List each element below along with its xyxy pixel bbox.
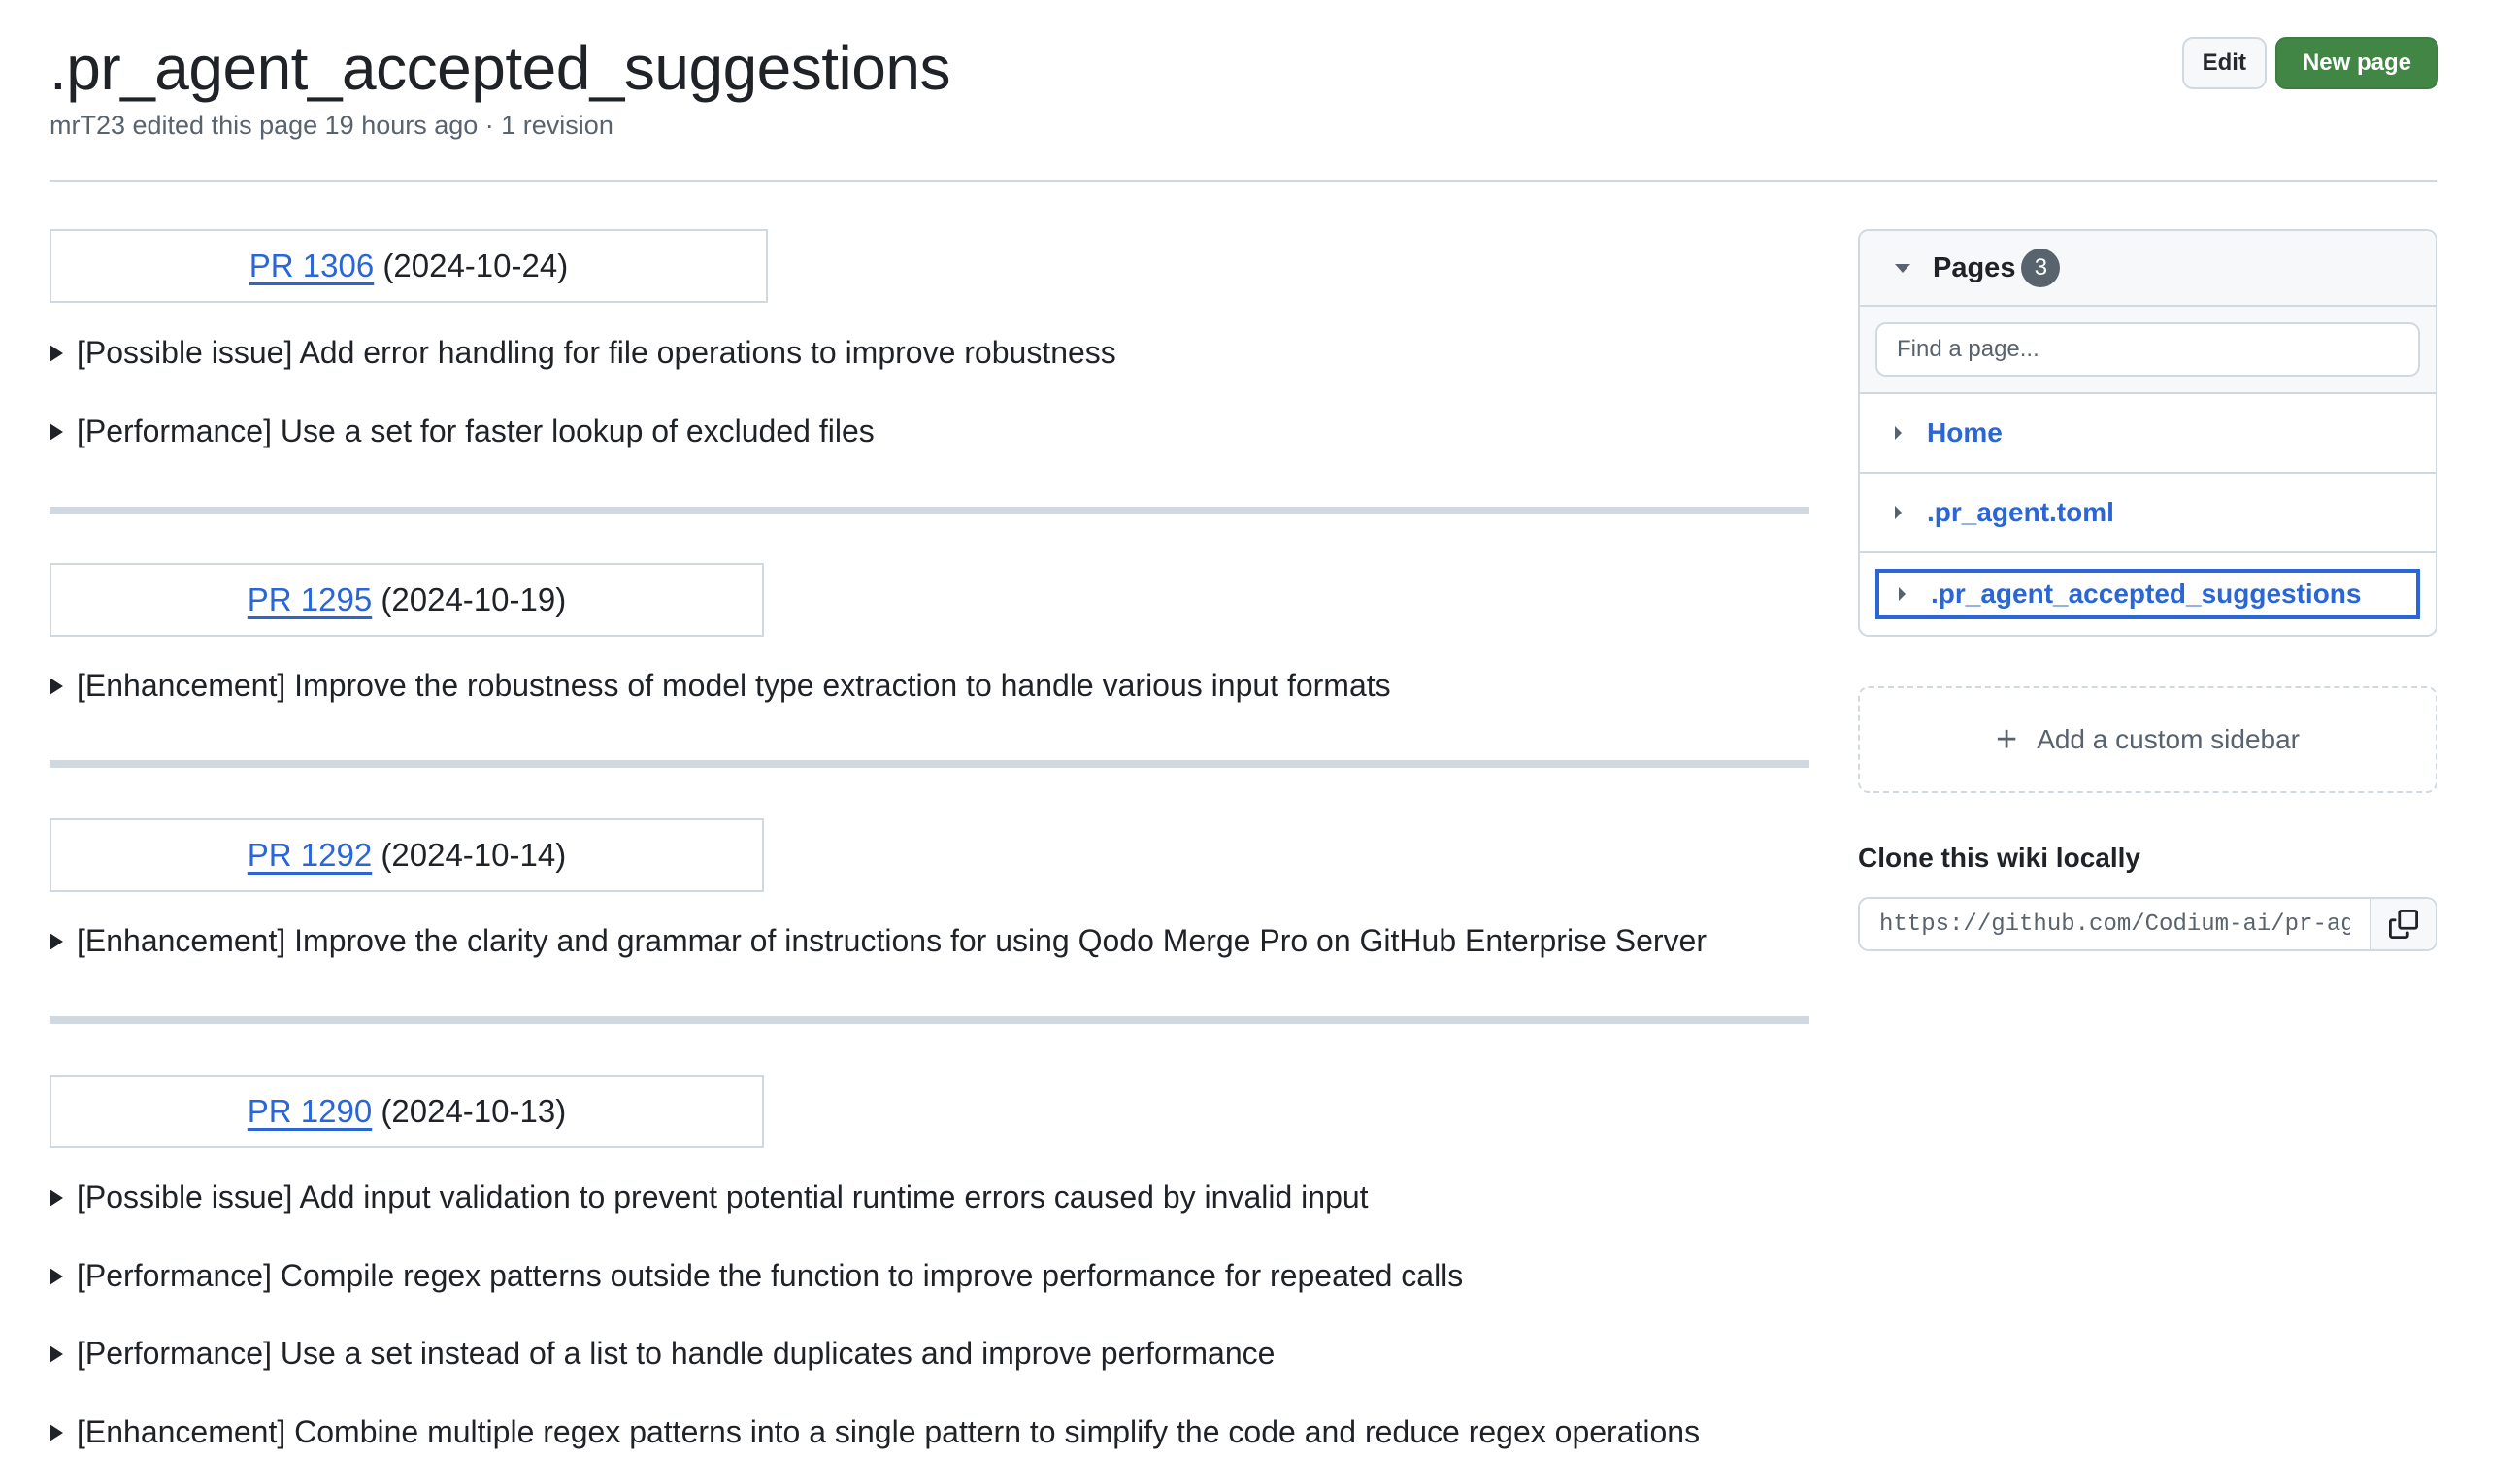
plus-icon: +	[1995, 719, 2018, 760]
suggestion-summary: [Performance] Use a set for faster looku…	[77, 414, 875, 448]
suggestion-item[interactable]: [Possible issue] Add input validation to…	[50, 1179, 1369, 1215]
pages-count-badge: 3	[2021, 249, 2061, 287]
pages-panel: Pages 3 Home .pr_agent.toml .pr_agent_ac…	[1858, 229, 2437, 637]
sidebar-page-home[interactable]: Home	[1860, 394, 2436, 474]
suggestion-summary: [Enhancement] Improve the robustness of …	[77, 668, 1391, 703]
triangle-right-icon	[50, 344, 63, 362]
triangle-right-icon[interactable]	[1895, 506, 1902, 519]
triangle-down-icon	[1895, 263, 1910, 273]
pages-toggle[interactable]: Pages 3	[1860, 231, 2436, 307]
triangle-right-icon	[50, 422, 63, 441]
suggestion-item[interactable]: [Enhancement] Improve the clarity and gr…	[50, 923, 1707, 959]
suggestion-summary: [Enhancement] Combine multiple regex pat…	[77, 1414, 1701, 1449]
suggestion-summary: [Enhancement] Improve the clarity and gr…	[77, 923, 1707, 958]
section-divider	[50, 1016, 1809, 1024]
new-page-button[interactable]: New page	[2274, 37, 2438, 89]
pages-title: Pages	[1933, 251, 2016, 283]
page-title: .pr_agent_accepted_suggestions	[50, 33, 950, 103]
suggestion-summary: [Performance] Use a set instead of a lis…	[77, 1336, 1276, 1371]
suggestion-item[interactable]: [Enhancement] Improve the robustness of …	[50, 668, 1391, 704]
find-page-input[interactable]	[1875, 322, 2420, 377]
section-divider	[50, 760, 1809, 768]
page-link[interactable]: .pr_agent.toml	[1927, 497, 2114, 528]
clone-title: Clone this wiki locally	[1858, 843, 2140, 873]
suggestion-summary: [Possible issue] Add input validation to…	[77, 1179, 1369, 1214]
pr-date: (2024-10-14)	[381, 837, 567, 873]
pr-date: (2024-10-19)	[381, 581, 567, 617]
pr-header: PR 1290 (2024-10-13)	[50, 1075, 764, 1148]
edit-button[interactable]: Edit	[2181, 37, 2267, 89]
pr-link[interactable]: PR 1306	[249, 248, 374, 284]
triangle-right-icon	[50, 1267, 63, 1285]
suggestion-summary: [Performance] Compile regex patterns out…	[77, 1258, 1464, 1293]
suggestion-summary: [Possible issue] Add error handling for …	[77, 335, 1116, 370]
suggestion-item[interactable]: [Performance] Use a set for faster looku…	[50, 414, 875, 449]
filter-container	[1860, 307, 2436, 394]
triangle-right-icon[interactable]	[1895, 426, 1902, 440]
sidebar-page-accepted-suggestions[interactable]: .pr_agent_accepted_suggestions	[1875, 569, 2420, 619]
section-divider	[50, 507, 1809, 514]
page-link[interactable]: Home	[1927, 417, 2003, 448]
triangle-right-icon	[50, 677, 63, 695]
header-actions: Edit New page	[2181, 37, 2438, 89]
clone-url-input[interactable]	[1860, 899, 2370, 949]
pr-header: PR 1292 (2024-10-14)	[50, 818, 764, 892]
pr-header: PR 1295 (2024-10-19)	[50, 563, 764, 637]
suggestion-item[interactable]: [Performance] Compile regex patterns out…	[50, 1258, 1463, 1294]
page-link[interactable]: .pr_agent_accepted_suggestions	[1931, 579, 2361, 610]
triangle-right-icon	[50, 1188, 63, 1207]
pr-date: (2024-10-13)	[381, 1093, 567, 1129]
pr-link[interactable]: PR 1290	[248, 1093, 372, 1130]
copy-icon	[2389, 910, 2418, 939]
header-divider	[50, 180, 2437, 182]
suggestion-item[interactable]: [Performance] Use a set instead of a lis…	[50, 1336, 1275, 1372]
pr-link[interactable]: PR 1295	[248, 581, 372, 618]
suggestion-item[interactable]: [Enhancement] Combine multiple regex pat…	[50, 1414, 1700, 1450]
triangle-right-icon[interactable]	[1899, 587, 1906, 601]
page-meta: mrT23 edited this page 19 hours ago · 1 …	[50, 111, 613, 140]
add-sidebar-label: Add a custom sidebar	[2037, 724, 2300, 754]
copy-url-button[interactable]	[2370, 899, 2436, 949]
triangle-right-icon	[50, 932, 63, 950]
add-custom-sidebar-button[interactable]: + Add a custom sidebar	[1858, 686, 2437, 793]
pr-date: (2024-10-24)	[382, 248, 569, 283]
pr-link[interactable]: PR 1292	[248, 837, 372, 874]
suggestion-item[interactable]: [Possible issue] Add error handling for …	[50, 335, 1116, 371]
clone-url-group	[1858, 897, 2437, 951]
triangle-right-icon	[50, 1423, 63, 1441]
pr-header: PR 1306 (2024-10-24)	[50, 229, 768, 303]
sidebar-page-pr-agent-toml[interactable]: .pr_agent.toml	[1860, 474, 2436, 553]
triangle-right-icon	[50, 1344, 63, 1363]
